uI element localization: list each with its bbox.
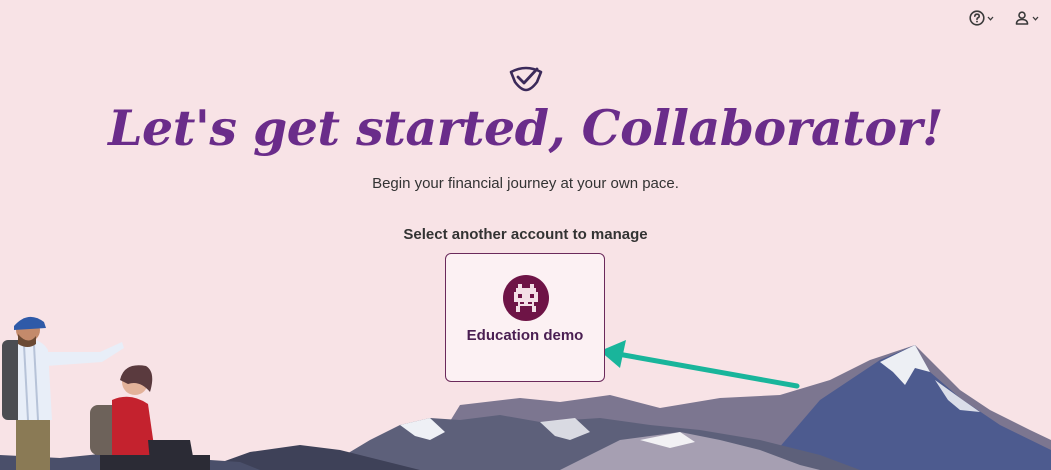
pixel-robot-avatar: [514, 284, 538, 312]
hiker-pointing: [2, 316, 124, 470]
chevron-down-icon: [1032, 16, 1039, 21]
page-subtitle: Begin your financial journey at your own…: [372, 175, 679, 192]
mountain-mid: [320, 415, 860, 470]
shield-check-logo: [509, 66, 543, 92]
account-menu-button[interactable]: [1014, 10, 1039, 26]
section-label: Select another account to manage: [403, 226, 648, 243]
page: Let's get started, Collaborator! Begin y…: [0, 0, 1051, 470]
account-card-education-demo[interactable]: Education demo: [445, 253, 605, 382]
snow-mid-2: [540, 418, 590, 440]
hiker-sitting: [90, 365, 210, 470]
avatar: [503, 275, 549, 321]
ground-left: [0, 452, 260, 470]
mountain-front: [560, 432, 820, 470]
top-controls: [969, 10, 1039, 26]
chevron-down-icon: [987, 16, 994, 21]
mountain-front-left: [200, 445, 420, 470]
snow-mid: [400, 418, 445, 440]
snow-front: [640, 432, 695, 448]
mountain-peak-right: [760, 345, 1051, 470]
help-circle-icon: [969, 10, 985, 26]
snow-right: [880, 345, 930, 385]
annotation-arrow: [600, 340, 800, 389]
account-label: Education demo: [466, 327, 584, 344]
page-title: Let's get started, Collaborator!: [108, 99, 943, 157]
snow-right-2: [935, 380, 980, 412]
help-menu-button[interactable]: [969, 10, 994, 26]
user-icon: [1015, 11, 1029, 25]
